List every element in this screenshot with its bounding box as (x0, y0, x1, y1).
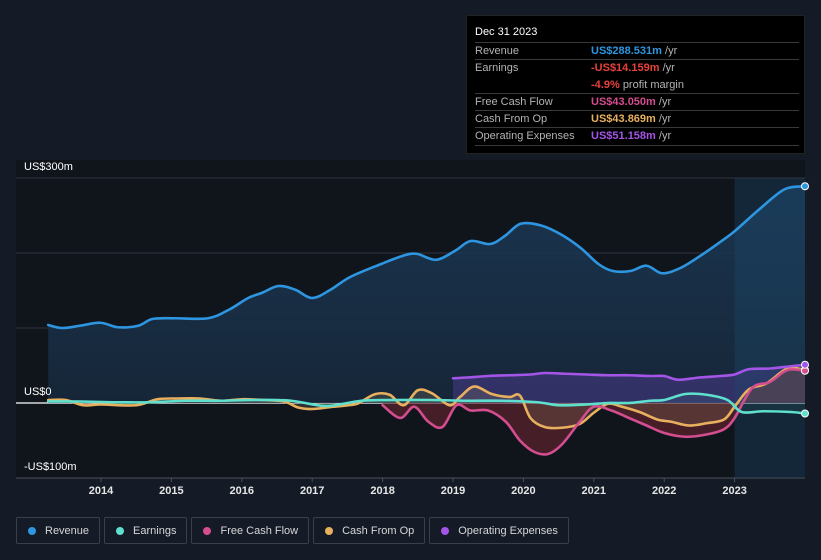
y-tick-label: US$0 (24, 386, 52, 398)
tooltip-value: US$51.158m (591, 130, 656, 142)
tooltip-unit: /yr (662, 62, 675, 74)
legend-label: Cash From Op (342, 524, 415, 537)
x-tick-label: 2021 (581, 485, 607, 497)
x-tick-label: 2017 (299, 485, 325, 497)
x-tick-label: 2023 (722, 485, 747, 497)
profit-margin-label: profit margin (622, 79, 684, 91)
x-tick-label: 2018 (370, 485, 395, 497)
legend: Revenue Earnings Free Cash Flow Cash Fro… (16, 517, 569, 544)
tooltip-value: US$288.531m (591, 45, 662, 57)
legend-dot-icon (203, 526, 212, 535)
tooltip-unit: /yr (665, 45, 678, 57)
legend-dot-icon (325, 526, 334, 535)
tooltip-label: Earnings (475, 62, 519, 74)
tooltip-unit: /yr (658, 96, 672, 108)
tooltip-row-cfo: Cash From Op US$43.869m /yr (475, 110, 799, 128)
legend-item-free-cash-flow[interactable]: Free Cash Flow (191, 517, 310, 544)
tooltip-row-revenue: Revenue US$288.531m /yr (475, 42, 799, 60)
tooltip-row-fcf: Free Cash Flow US$43.050m /yr (475, 93, 799, 111)
legend-item-operating-expenses[interactable]: Operating Expenses (429, 517, 569, 544)
legend-label: Revenue (45, 524, 90, 537)
tooltip-label: Revenue (475, 45, 520, 57)
tooltip-label: Operating Expenses (475, 130, 575, 142)
legend-dot-icon (441, 526, 450, 535)
earnings-endpoint (801, 409, 809, 418)
tooltip-date: Dec 31 2023 (475, 26, 538, 38)
revenue-endpoint (801, 182, 809, 191)
tooltip-label: Cash From Op (475, 113, 548, 125)
tooltip-label: Free Cash Flow (475, 96, 553, 108)
y-tick-label: US$300m (24, 161, 73, 173)
x-tick-label: 2020 (511, 485, 536, 497)
profit-margin-value: -4.9% (591, 79, 620, 91)
tooltip-value: US$43.050m (591, 96, 656, 108)
legend-label: Operating Expenses (458, 524, 558, 537)
tooltip-value: -US$14.159m (591, 62, 660, 74)
x-tick-label: 2016 (229, 485, 255, 497)
legend-item-cash-from-op[interactable]: Cash From Op (313, 517, 426, 544)
legend-dot-icon (116, 526, 125, 535)
legend-item-revenue[interactable]: Revenue (16, 517, 101, 544)
tooltip-value: US$43.869m (591, 113, 656, 125)
tooltip-row-earnings: Earnings -US$14.159m /yr -4.9% profit ma… (475, 59, 799, 94)
x-tick-label: 2022 (651, 485, 677, 497)
legend-item-earnings[interactable]: Earnings (104, 517, 188, 544)
legend-label: Free Cash Flow (220, 524, 299, 537)
tooltip-unit: /yr (658, 113, 672, 125)
x-tick-label: 2019 (440, 485, 466, 497)
x-tick-label: 2014 (88, 485, 114, 497)
tooltip: Dec 31 2023 Revenue US$288.531m /yr Earn… (466, 15, 805, 154)
x-tick-label: 2015 (159, 485, 184, 497)
operating-expenses-endpoint (801, 360, 809, 369)
tooltip-unit: /yr (658, 130, 672, 142)
tooltip-row-opex: Operating Expenses US$51.158m /yr (475, 127, 799, 146)
y-tick-label: -US$100m (24, 461, 77, 473)
legend-dot-icon (28, 526, 36, 535)
legend-label: Earnings (133, 524, 177, 537)
